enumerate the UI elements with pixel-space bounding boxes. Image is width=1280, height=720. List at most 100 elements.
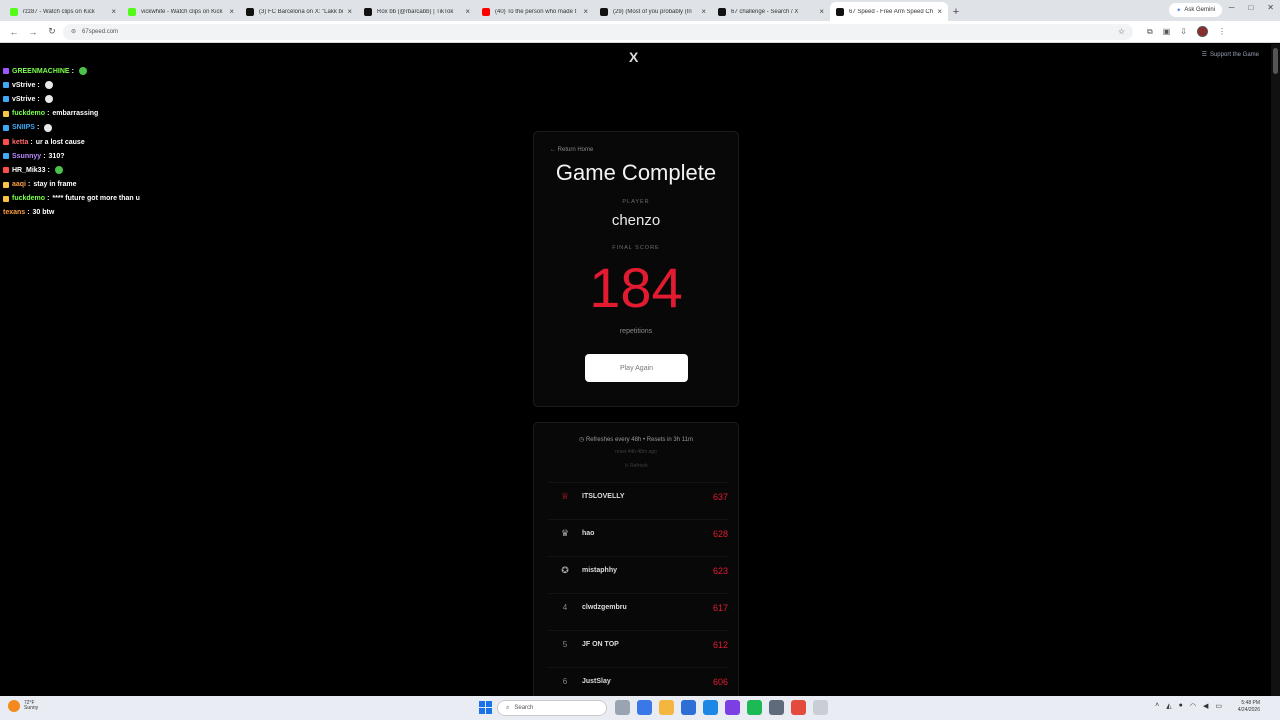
tab-favicon-icon xyxy=(482,7,490,16)
browser-tab[interactable]: 67 Speed - Free Arm Speed Ch × xyxy=(830,2,948,21)
tray-chevron-icon[interactable]: ˄ xyxy=(1155,702,1159,710)
tab-favicon-icon xyxy=(600,7,608,16)
taskbar-search[interactable]: ⌕ Search xyxy=(497,700,607,716)
leaderboard-row: ♕ ITSLOVELLY 637 xyxy=(548,482,728,510)
chat-username: ketta xyxy=(12,138,29,146)
chat-message: aaqi: stay in frame xyxy=(3,178,233,192)
chat-text: 30 btw xyxy=(32,209,55,217)
ask-gemini-button[interactable]: ✦ Ask Gemini xyxy=(1169,3,1222,17)
chat-badge-icon xyxy=(3,139,9,146)
clock-time: 5:48 PM xyxy=(1241,700,1260,706)
tab-close-icon[interactable]: × xyxy=(937,7,942,16)
tab-label: 67 Speed - Free Arm Speed Ch xyxy=(849,8,934,15)
task-view-icon[interactable] xyxy=(615,700,630,715)
tab-close-icon[interactable]: × xyxy=(347,7,352,16)
weather-widget[interactable]: 72°F Sunny xyxy=(8,700,38,712)
browser-tab[interactable]: Rox bb (@rbarcabb) | TikTok × xyxy=(358,2,476,21)
new-tab-button[interactable]: + xyxy=(948,2,964,21)
discord-icon[interactable] xyxy=(725,700,740,715)
edge-icon[interactable] xyxy=(703,700,718,715)
rank-number: 4 xyxy=(562,603,568,612)
minimize-icon[interactable]: ─ xyxy=(1229,3,1235,12)
chat-message: Ssunnyy:310? xyxy=(3,149,233,163)
tab-close-icon[interactable]: × xyxy=(583,7,588,16)
chat-separator: : xyxy=(47,166,50,174)
reload-icon[interactable]: ↻ xyxy=(44,24,60,40)
x-logo-icon[interactable]: X xyxy=(629,49,638,65)
browser-tab[interactable]: (29) (Most of you probably (In × xyxy=(594,2,712,21)
browser-toolbar: ← → ↻ ⊜ 67speed.com ☆ ⧉ ▣ ⇩ ⋮ xyxy=(0,21,1280,43)
chat-emote-icon xyxy=(44,95,53,104)
trophy-icon: ♕ xyxy=(560,491,570,501)
tab-close-icon[interactable]: × xyxy=(465,7,470,16)
calculator-icon[interactable] xyxy=(769,700,784,715)
chat-text: embarrassing xyxy=(52,110,99,118)
leaderboard-score: 628 xyxy=(712,528,728,539)
tab-close-icon[interactable]: × xyxy=(819,7,824,16)
network-icon[interactable]: ◭ xyxy=(1166,702,1171,710)
chat-separator: : xyxy=(43,152,46,160)
score-unit: repetitions xyxy=(619,328,653,335)
chat-emote-icon xyxy=(44,81,53,90)
menu-icon[interactable]: ⋮ xyxy=(1218,27,1226,36)
site-info-icon[interactable]: ⊜ xyxy=(71,28,76,35)
profile-avatar[interactable] xyxy=(1196,26,1208,37)
chat-emote-icon xyxy=(78,67,87,76)
volume-icon[interactable]: ◀ xyxy=(1203,702,1208,710)
chat-text: stay in frame xyxy=(33,181,77,189)
chat-username: GREENMACHINE xyxy=(12,67,70,75)
copilot-icon[interactable] xyxy=(637,700,652,715)
word-icon[interactable] xyxy=(681,700,696,715)
browser-tab[interactable]: 67 challenge - Search / X × xyxy=(712,2,830,21)
spotify-icon[interactable] xyxy=(747,700,762,715)
maximize-icon[interactable]: □ xyxy=(1248,3,1253,12)
extensions-icon[interactable]: ⧉ xyxy=(1147,27,1153,37)
chat-message: SNIIPS: xyxy=(3,121,233,135)
address-bar[interactable]: ⊜ 67speed.com ☆ xyxy=(63,23,1133,40)
tab-close-icon[interactable]: × xyxy=(701,7,706,16)
battery-icon[interactable]: ▭ xyxy=(1215,702,1222,710)
chat-message: GREENMACHINE: xyxy=(3,64,233,78)
weather-desc: Sunny xyxy=(24,705,39,711)
sidepanel-icon[interactable]: ▣ xyxy=(1163,27,1171,36)
close-window-icon[interactable]: ✕ xyxy=(1267,3,1274,12)
tab-close-icon[interactable]: × xyxy=(111,7,116,16)
play-again-button[interactable]: Play Again xyxy=(585,354,688,382)
browser-tab[interactable]: (40) To the person who made t × xyxy=(476,2,594,21)
chat-username: HR_Mik33 xyxy=(12,166,46,174)
windows-start-icon[interactable] xyxy=(479,701,492,714)
refresh-button[interactable]: ↻ Refresh xyxy=(534,463,738,469)
forward-icon[interactable]: → xyxy=(25,24,41,40)
chat-badge-icon xyxy=(3,181,9,188)
chat-badge-icon xyxy=(3,68,9,75)
gemini-icon: ✦ xyxy=(1176,7,1182,14)
browser-tab[interactable]: rzz87 - Watch clips on Kick × xyxy=(4,2,122,21)
ask-gemini-label: Ask Gemini xyxy=(1184,7,1215,13)
chat-message: texans:30 btw xyxy=(3,206,233,220)
refresh-text: Refreshes every 48h • Resets in 3h 11m xyxy=(585,437,693,443)
support-label: Support the Game xyxy=(1209,51,1259,58)
chrome-icon[interactable] xyxy=(791,700,806,715)
leaderboard-score: 637 xyxy=(712,491,728,502)
settings-icon[interactable] xyxy=(813,700,828,715)
browser-tab[interactable]: (3) FC Barcelona on X: "Lakk bi × xyxy=(240,2,358,21)
bookmark-star-icon[interactable]: ☆ xyxy=(1118,27,1125,36)
taskbar-clock[interactable]: 5:48 PM 4/24/2026 xyxy=(1238,700,1260,713)
return-home-link[interactable]: ← Return Home xyxy=(550,147,593,153)
chat-badge-icon xyxy=(3,167,9,174)
chat-badge-icon xyxy=(3,153,9,160)
downloads-icon[interactable]: ⇩ xyxy=(1180,27,1187,36)
stream-chat-overlay: GREENMACHINE: vStrive: vStrive: fuckdemo: em… xyxy=(3,64,233,220)
tab-close-icon[interactable]: × xyxy=(229,7,234,16)
browser-tab[interactable]: vickwhite - Watch clips on Kick × xyxy=(122,2,240,21)
mic-icon[interactable]: ● xyxy=(1179,702,1183,710)
clock-date: 4/24/2026 xyxy=(1237,706,1260,713)
page-scrollbar[interactable] xyxy=(1271,44,1280,696)
leaderboard-row: 4 clwdzgembru 617 xyxy=(548,593,728,621)
support-link[interactable]: ☰ Support the Game xyxy=(1202,51,1259,59)
back-icon[interactable]: ← xyxy=(6,24,22,40)
browser-tab-strip: rzz87 - Watch clips on Kick × vickwhite - … xyxy=(0,0,1280,21)
file-explorer-icon[interactable] xyxy=(659,700,674,715)
scrollbar-thumb[interactable] xyxy=(1273,48,1278,74)
wifi-icon[interactable]: ◠ xyxy=(1190,702,1196,710)
